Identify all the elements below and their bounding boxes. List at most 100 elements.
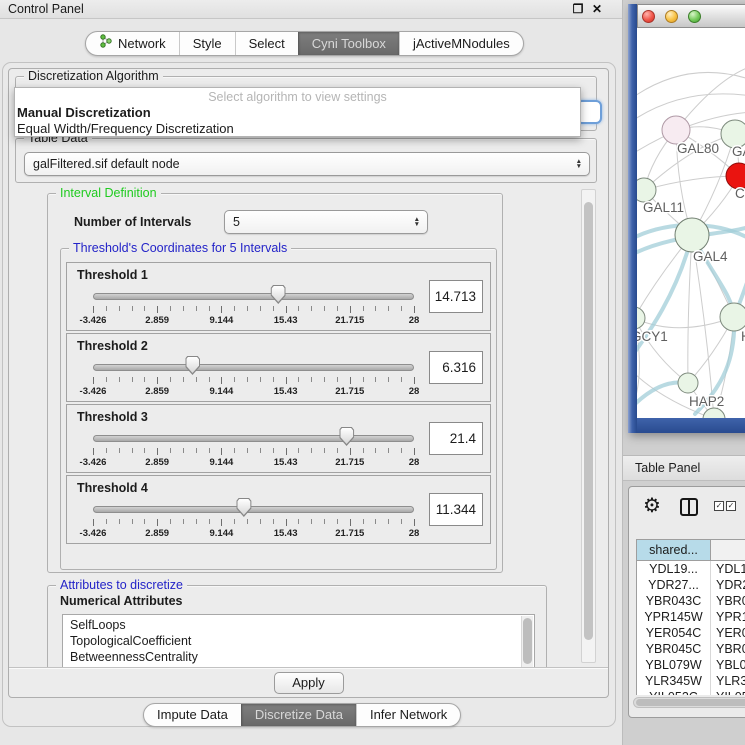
slider-track[interactable] xyxy=(93,435,414,442)
zoom-traffic-light[interactable] xyxy=(688,10,701,23)
panel-scrollbar[interactable] xyxy=(581,189,596,663)
float-icon[interactable]: ❐ xyxy=(570,1,586,17)
tab-style[interactable]: Style xyxy=(179,32,235,55)
attribute-item[interactable]: TopologicalCoefficient xyxy=(63,633,534,649)
network-window-titlebar[interactable] xyxy=(637,4,745,28)
attribute-item[interactable]: SelfLoops xyxy=(63,617,534,633)
tick-mark xyxy=(375,306,376,311)
cell-name[interactable]: YPR145W xyxy=(711,609,745,625)
cell-name[interactable]: YER054C xyxy=(711,625,745,641)
tab-select[interactable]: Select xyxy=(235,32,298,55)
slider-track[interactable] xyxy=(93,293,414,300)
threshold-value-input[interactable]: 11.344 xyxy=(429,493,483,526)
tick-mark xyxy=(234,377,235,382)
tick-mark xyxy=(350,377,351,384)
tick-mark xyxy=(93,377,94,384)
slider-thumb[interactable] xyxy=(236,498,251,517)
tick-mark xyxy=(337,377,338,382)
network-node[interactable] xyxy=(662,116,690,144)
close-icon[interactable]: ✕ xyxy=(589,1,605,17)
tab-impute-data[interactable]: Impute Data xyxy=(144,704,241,726)
network-node[interactable] xyxy=(637,178,656,202)
network-node[interactable] xyxy=(678,373,698,393)
column-header-shared-name[interactable]: shared... xyxy=(637,540,711,560)
slider-track[interactable] xyxy=(93,364,414,371)
threshold-value-input[interactable]: 21.4 xyxy=(429,422,483,455)
cell-shared-name[interactable]: YER054C xyxy=(637,625,711,641)
cell-shared-name[interactable]: YBR045C xyxy=(637,641,711,657)
slider-thumb[interactable] xyxy=(185,356,200,375)
dropdown-option-manual[interactable]: Manual Discretization xyxy=(15,105,580,121)
table-row[interactable]: YLR345WYLR345W xyxy=(637,673,745,689)
network-node[interactable] xyxy=(637,307,645,329)
threshold-label: Threshold 2 xyxy=(77,339,148,353)
tick-mark xyxy=(170,306,171,311)
attribute-item[interactable]: BetweennessCentrality xyxy=(63,649,534,665)
interval-definition-group: Interval Definition Number of Intervals … xyxy=(47,193,503,573)
tick-label: 15.43 xyxy=(274,457,298,468)
threshold-value-input[interactable]: 14.713 xyxy=(429,280,483,313)
tick-mark xyxy=(388,519,389,524)
cell-shared-name[interactable]: YLR345W xyxy=(637,673,711,689)
close-traffic-light[interactable] xyxy=(642,10,655,23)
scrollbar-thumb[interactable] xyxy=(584,202,593,640)
tab-discretize-data[interactable]: Discretize Data xyxy=(241,704,356,726)
minimize-traffic-light[interactable] xyxy=(665,10,678,23)
algorithm-dropdown-popup: Select algorithm to view settings Manual… xyxy=(14,87,581,137)
network-canvas[interactable]: GAL80GACGAL11GAL4GCY1HHAP2 xyxy=(637,28,745,418)
table-data-combobox[interactable]: galFiltered.sif default node ▲▼ xyxy=(24,152,590,176)
dropdown-option-equal-width[interactable]: Equal Width/Frequency Discretization xyxy=(15,121,580,137)
cell-name[interactable]: YBR043C xyxy=(711,593,745,609)
threshold-label: Threshold 3 xyxy=(77,410,148,424)
cell-name[interactable]: YBL079W xyxy=(711,657,745,673)
cell-name[interactable]: YDR27... xyxy=(711,577,745,593)
horizontal-scrollbar[interactable] xyxy=(633,697,745,708)
table-row[interactable]: YBR045CYBR045C xyxy=(637,641,745,657)
cell-shared-name[interactable]: YBR043C xyxy=(637,593,711,609)
cell-name[interactable]: YDL19... xyxy=(711,561,745,577)
table-row[interactable]: YBR043CYBR043C xyxy=(637,593,745,609)
table-row[interactable]: YBL079WYBL079W xyxy=(637,657,745,673)
numerical-attributes-label: Numerical Attributes xyxy=(60,594,182,608)
tick-label: 9.144 xyxy=(210,386,234,397)
slider-thumb[interactable] xyxy=(271,285,286,304)
table-row[interactable]: YDR27...YDR27... xyxy=(637,577,745,593)
group-label: Attributes to discretize xyxy=(56,578,187,592)
tab-jactivemnodules[interactable]: jActiveMNodules xyxy=(399,32,523,55)
tab-cyni-toolbox[interactable]: Cyni Toolbox xyxy=(298,32,399,55)
threshold-value-input[interactable]: 6.316 xyxy=(429,351,483,384)
scroll-viewport: Interval Definition Number of Intervals … xyxy=(11,187,607,667)
cell-name[interactable]: YBR045C xyxy=(711,641,745,657)
slider-thumb[interactable] xyxy=(339,427,354,446)
gear-icon[interactable]: ⚙ xyxy=(643,493,661,518)
scrollbar-thumb[interactable] xyxy=(636,699,745,706)
cell-shared-name[interactable]: YDL19... xyxy=(637,561,711,577)
tick-mark xyxy=(209,306,210,311)
columns-icon[interactable] xyxy=(680,498,698,516)
cell-name[interactable]: YIL052C xyxy=(711,689,745,695)
num-intervals-combobox[interactable]: 5 ▲▼ xyxy=(224,210,428,234)
list-scrollbar[interactable] xyxy=(521,616,533,667)
tick-label: 21.715 xyxy=(335,528,364,539)
tab-network[interactable]: Network xyxy=(86,32,179,55)
column-header-name[interactable]: name xyxy=(711,540,745,560)
network-node[interactable] xyxy=(675,218,709,252)
tab-infer-network[interactable]: Infer Network xyxy=(356,704,460,726)
network-node[interactable] xyxy=(720,303,745,331)
cell-shared-name[interactable]: YBL079W xyxy=(637,657,711,673)
apply-button[interactable]: Apply xyxy=(274,672,344,694)
table-row[interactable]: YPR145WYPR145W xyxy=(637,609,745,625)
cell-shared-name[interactable]: YIL052C xyxy=(637,689,711,695)
checkboxes-icon[interactable]: ✓ ✓ xyxy=(714,501,736,511)
cell-shared-name[interactable]: YPR145W xyxy=(637,609,711,625)
tick-label: 28 xyxy=(409,528,420,539)
table-row[interactable]: YIL052CYIL052C xyxy=(637,689,745,695)
tick-label: 28 xyxy=(409,315,420,326)
table-row[interactable]: YER054CYER054C xyxy=(637,625,745,641)
table-row[interactable]: YDL19...YDL19... xyxy=(637,561,745,577)
cell-shared-name[interactable]: YDR27... xyxy=(637,577,711,593)
slider-track[interactable] xyxy=(93,506,414,513)
scrollbar-thumb[interactable] xyxy=(523,618,532,664)
tick-label: 15.43 xyxy=(274,386,298,397)
cell-name[interactable]: YLR345W xyxy=(711,673,745,689)
